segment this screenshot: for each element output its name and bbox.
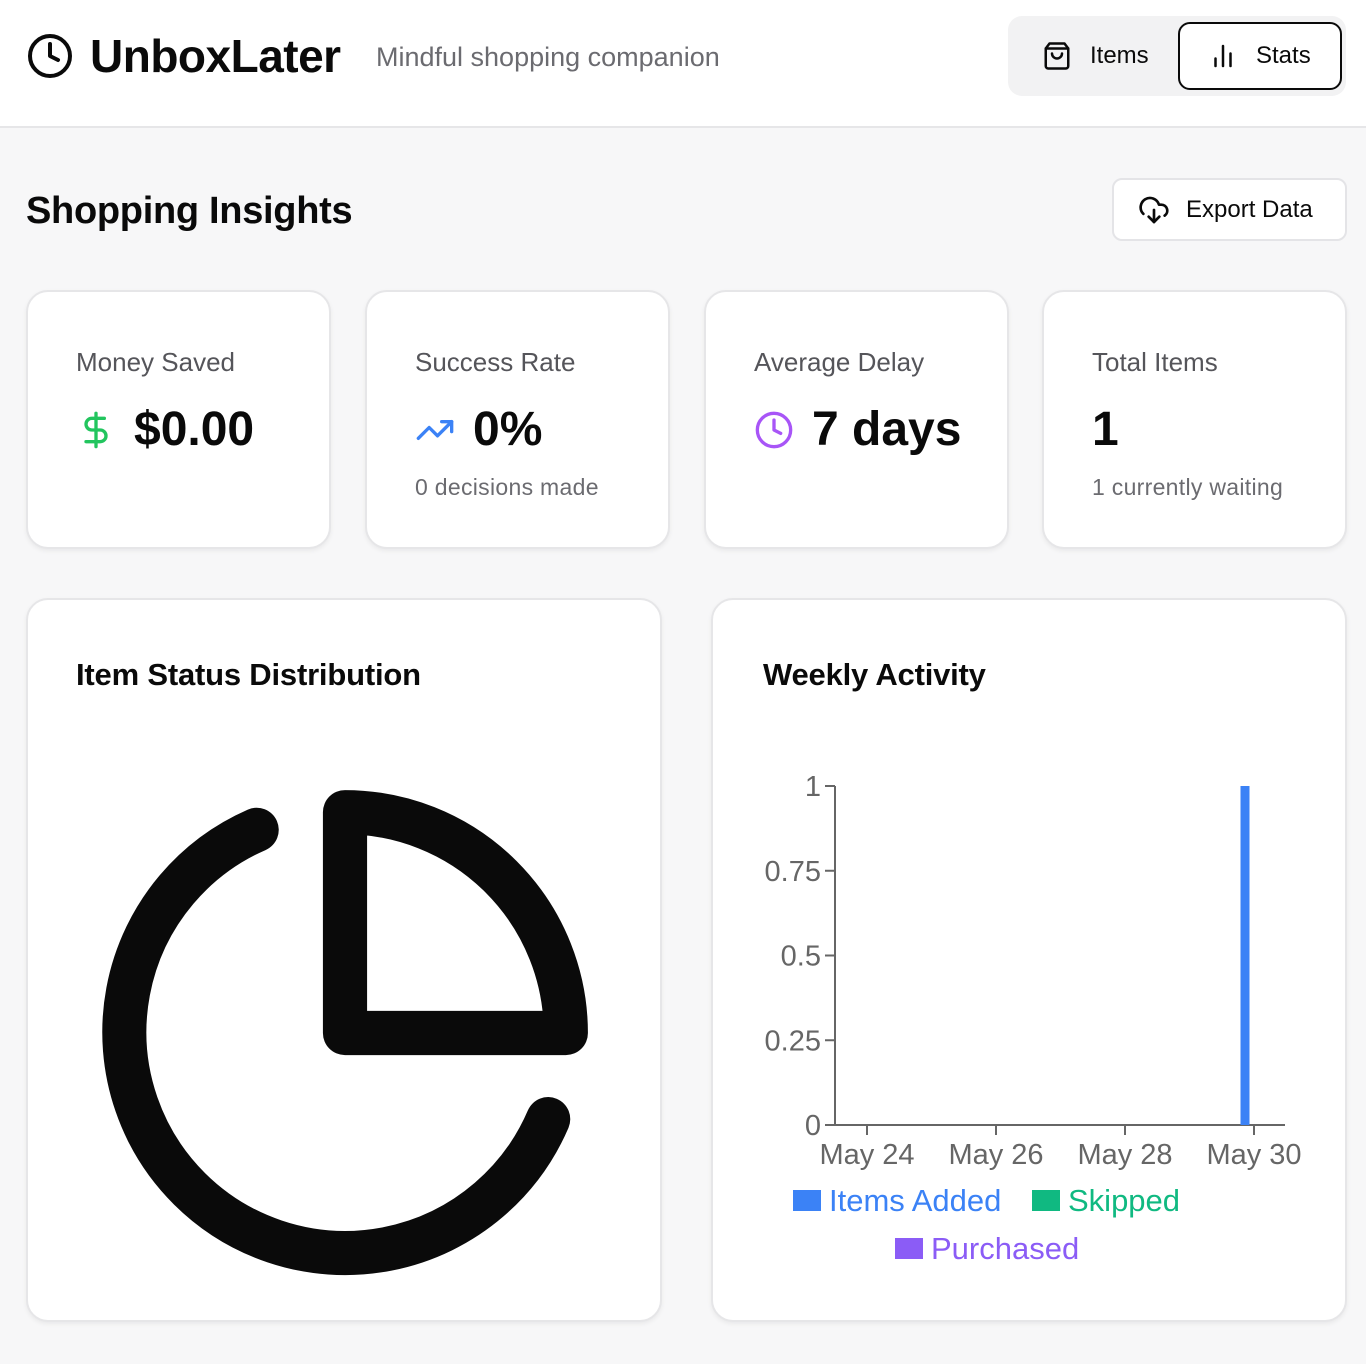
money-saved-row: $0.00: [76, 402, 254, 458]
x-tick-label: May 28: [1077, 1139, 1172, 1171]
brand: UnboxLater: [26, 30, 341, 82]
bar-chart-icon: [1214, 44, 1232, 68]
y-tick-label: 0.5: [781, 941, 821, 973]
success-rate-label: Success Rate: [415, 347, 576, 377]
legend-swatch: [793, 1190, 821, 1211]
dollar-icon: [76, 410, 116, 450]
clock-icon: [754, 410, 794, 450]
money-saved-card: Money Saved $0.00: [26, 290, 331, 549]
legend-label: Purchased: [931, 1231, 1079, 1266]
money-saved-value: $0.00: [134, 403, 255, 456]
app-header: UnboxLater Mindful shopping companion It…: [0, 0, 1366, 128]
shopping-bag-icon: [1044, 42, 1070, 70]
view-switcher: Items Stats: [1008, 16, 1346, 96]
money-saved-label: Money Saved: [76, 347, 235, 377]
y-tick-label: 0.75: [765, 856, 821, 888]
weekly-activity-card: Weekly Activity 0 0.25 0.5 0.75 1 May 24 May 2…: [711, 598, 1347, 1322]
legend-swatch: [1032, 1190, 1060, 1211]
clock-icon: [28, 34, 72, 78]
average-delay-value: 7 days: [812, 403, 962, 456]
page-title: Shopping Insights: [26, 190, 353, 232]
nav-stats-label: Stats: [1256, 42, 1311, 69]
cloud-download-icon: [1139, 196, 1169, 223]
trending-up-icon: [415, 410, 455, 450]
bar: [1240, 786, 1250, 1125]
x-tick-label: May 26: [948, 1139, 1043, 1171]
nav-stats-button[interactable]: Stats: [1178, 22, 1342, 90]
success-rate-value: 0%: [473, 403, 543, 456]
total-items-value: 1: [1092, 403, 1119, 456]
app-name: UnboxLater: [90, 30, 341, 82]
pie-chart-icon: [102, 790, 588, 1276]
x-tick-label: May 30: [1206, 1139, 1301, 1171]
status-distribution-title: Item Status Distribution: [76, 657, 421, 692]
nav-items-label: Items: [1090, 42, 1149, 69]
average-delay-label: Average Delay: [754, 347, 925, 377]
average-delay-row: 7 days: [754, 402, 961, 458]
total-items-row: 1: [1092, 402, 1119, 458]
total-items-card: Total Items 1 1 currently waiting: [1042, 290, 1347, 549]
total-items-subtext: 1 currently waiting: [1092, 474, 1284, 500]
export-data-button[interactable]: Export Data: [1112, 178, 1347, 241]
y-tick-label: 1: [805, 771, 821, 803]
weekly-activity-chart: 0 0.25 0.5 0.75 1 May 24 May 26 May 28 May 30 Ite…: [765, 771, 1302, 1266]
legend-swatch: [895, 1238, 923, 1259]
success-rate-subtext: 0 decisions made: [415, 474, 599, 500]
x-tick-label: May 24: [819, 1139, 914, 1171]
success-rate-row: 0%: [415, 402, 542, 458]
y-tick-label: 0: [805, 1110, 821, 1142]
export-data-label: Export Data: [1186, 195, 1313, 223]
status-distribution-card: Item Status Distribution: [26, 598, 662, 1322]
average-delay-card: Average Delay 7 days: [704, 290, 1009, 549]
success-rate-card: Success Rate 0% 0 decisions made: [365, 290, 670, 549]
nav-items-button[interactable]: Items: [1018, 22, 1178, 90]
legend-label: Skipped: [1068, 1183, 1180, 1218]
legend-label: Items Added: [829, 1183, 1001, 1218]
total-items-label: Total Items: [1092, 347, 1218, 377]
app-tagline: Mindful shopping companion: [376, 42, 720, 72]
y-tick-label: 0.25: [765, 1025, 821, 1057]
